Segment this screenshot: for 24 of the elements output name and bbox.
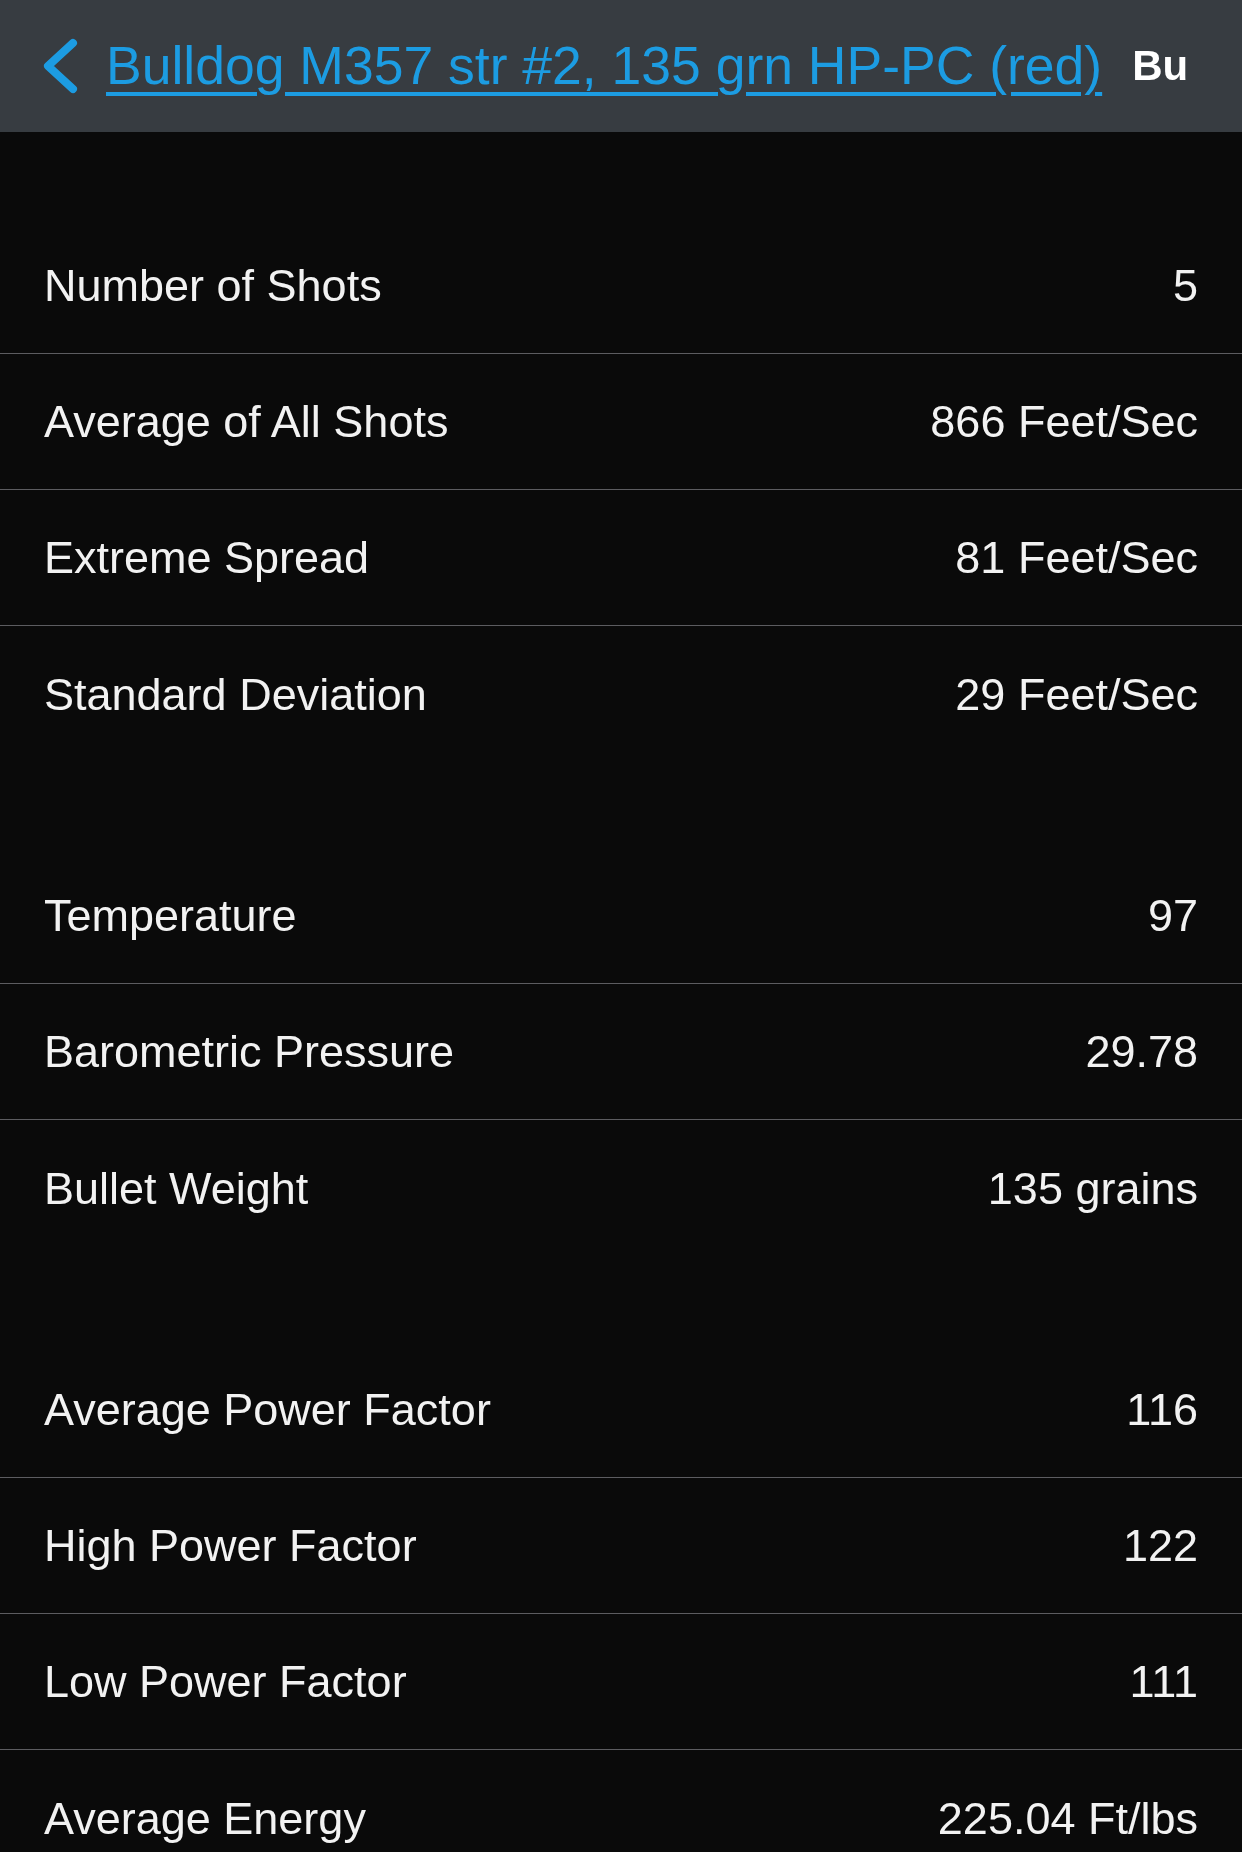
row-label: Bullet Weight — [44, 1165, 309, 1211]
row-value: 111 — [1129, 1659, 1198, 1704]
row-value: 29 Feet/Sec — [955, 671, 1198, 717]
nav-title: Bu — [1132, 45, 1189, 87]
row-value: 122 — [1122, 1523, 1198, 1568]
row-label: Average Energy — [44, 1795, 366, 1841]
row-value: 97 — [1147, 893, 1198, 938]
row-label: Average Power Factor — [44, 1387, 491, 1432]
row-label: Average of All Shots — [44, 399, 449, 444]
row-label: Number of Shots — [44, 263, 382, 308]
row-value: 81 Feet/Sec — [955, 535, 1198, 580]
row-value: 866 Feet/Sec — [930, 399, 1198, 444]
row-label: Barometric Pressure — [44, 1029, 455, 1074]
row-value: 116 — [1126, 1387, 1198, 1432]
row-value: 225.04 Ft/lbs — [937, 1795, 1198, 1841]
row-value: 5 — [1172, 263, 1198, 308]
row-value: 135 grains — [987, 1165, 1198, 1211]
back-link[interactable]: Bulldog M357 str #2, 135 grn HP-PC (red) — [40, 37, 1103, 95]
row-label: High Power Factor — [44, 1523, 417, 1568]
row-label: Extreme Spread — [44, 535, 370, 580]
row-value: 29.78 — [1085, 1029, 1198, 1074]
row-label: Temperature — [44, 893, 297, 938]
row-label: Low Power Factor — [44, 1659, 407, 1704]
row-label: Standard Deviation — [44, 671, 427, 717]
